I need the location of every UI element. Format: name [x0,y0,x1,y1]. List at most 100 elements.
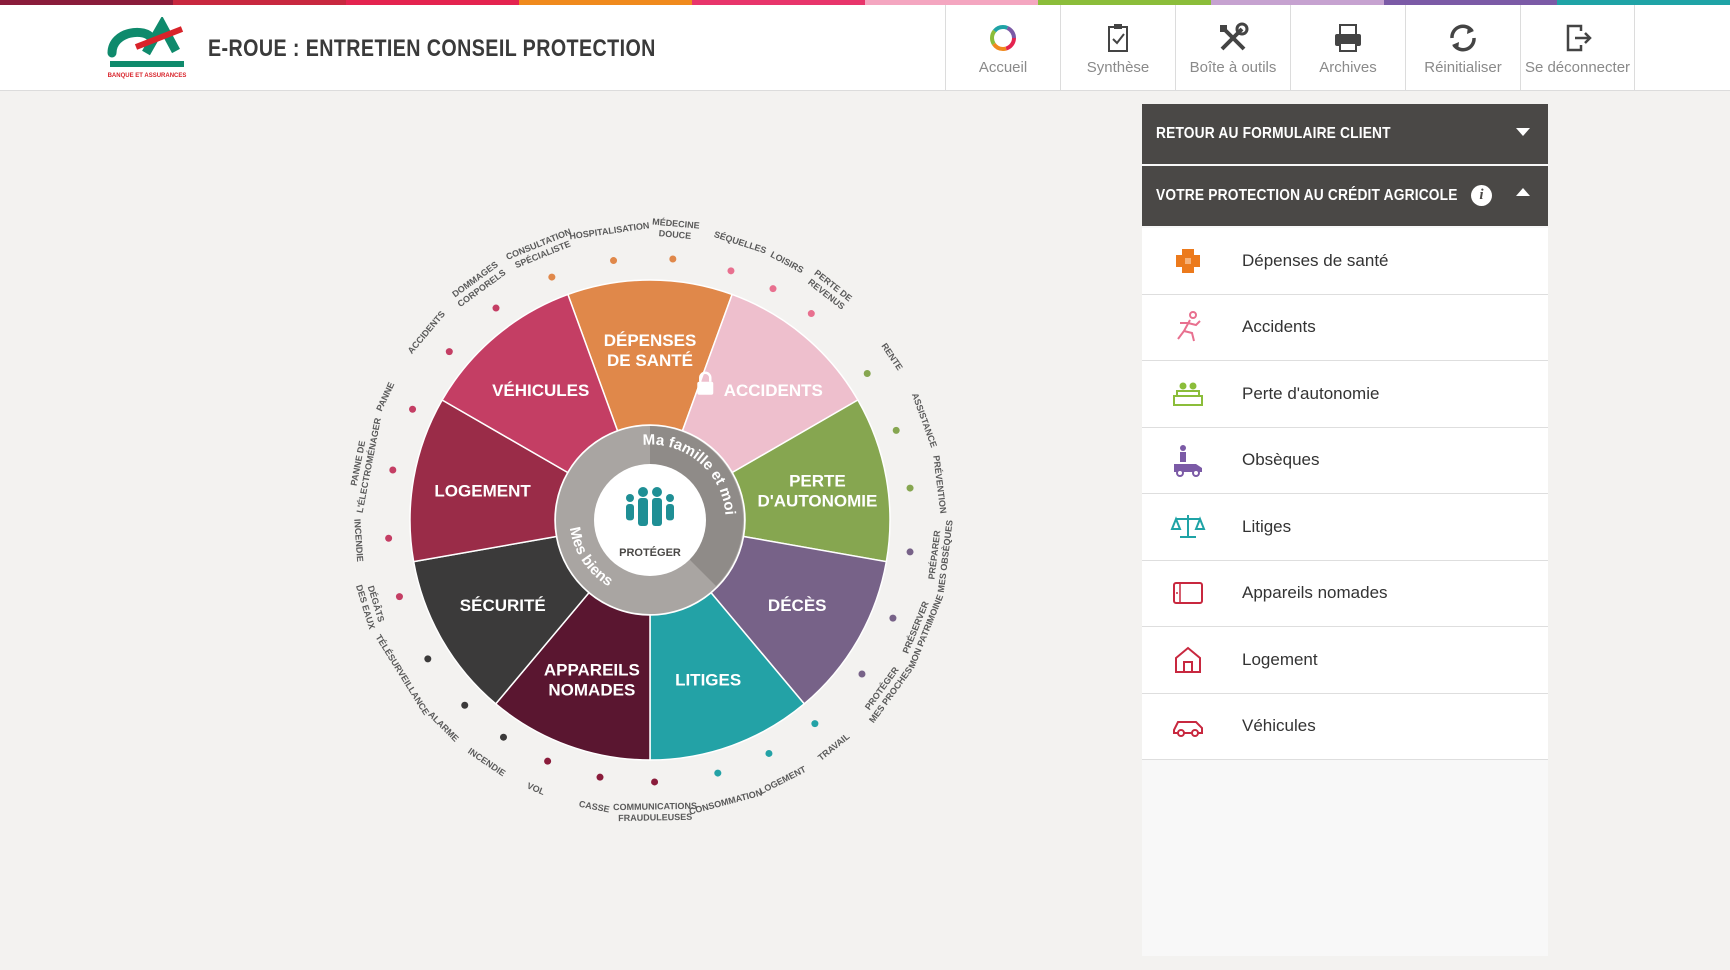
outer-label[interactable]: INCENDIE [466,733,507,779]
list-item-label: Véhicules [1242,716,1316,736]
list-item-perte-autonomie[interactable]: Perte d'autonomie [1142,361,1548,428]
app-title: E-ROUE : ENTRETIEN CONSEIL PROTECTION [208,35,656,62]
segment-label: APPAREILS [544,661,640,680]
outer-label-text: INCENDIE [466,746,507,778]
outer-label[interactable]: PERTE DEREVENUS [806,268,854,318]
car-icon [1168,706,1208,746]
running-person-icon [1168,307,1208,347]
outer-label-text: LOGEMENT [758,764,808,796]
outer-label[interactable]: CONSOMMATION [688,769,763,817]
nav-archives[interactable]: Archives [1290,5,1405,91]
outer-label[interactable]: LOISIRS [769,249,805,293]
outer-dot [906,484,914,492]
nav-reinitialiser[interactable]: Réinitialiser [1405,5,1520,91]
outer-label[interactable]: CONSULTATIONSPÉCIALISTE [504,227,573,281]
list-item-vehicules[interactable]: Véhicules [1142,693,1548,760]
segment-label: LITIGES [675,671,741,690]
list-item-label: Appareils nomades [1242,583,1388,603]
center-label: PROTÉGER [619,546,681,559]
outer-label[interactable]: DÉGÂTSDES EAUX [354,584,403,631]
tablet-icon [1168,573,1208,613]
back-to-form-label: RETOUR AU FORMULAIRE CLIENT [1156,125,1391,142]
chevron-down-icon [1516,128,1530,136]
outer-label-text: HOSPITALISATION [569,220,650,241]
back-to-form-header[interactable]: RETOUR AU FORMULAIRE CLIENT [1142,104,1548,164]
family-head [638,487,648,497]
outer-label-text: LOISIRS [769,249,805,275]
outer-label[interactable]: PRÉSERVERMON PATRIMOINE [889,593,945,670]
outer-label[interactable]: MÉDECINEDOUCE [652,217,700,263]
nav-deconnecter[interactable]: Se déconnecter [1520,5,1635,91]
outer-label[interactable]: SÉQUELLES [713,229,768,275]
outer-dot [892,426,900,434]
outer-label-text: CONSOMMATION [688,787,763,816]
family-body [652,498,662,526]
outer-label[interactable]: PRÉVENTION [906,455,949,514]
outer-label[interactable]: COMMUNICATIONSFRAUDULEUSES [613,778,697,823]
family-head [666,494,674,502]
outer-label[interactable]: RENTE [863,341,905,377]
nav-label: Accueil [978,58,1028,76]
list-item-logement[interactable]: Logement [1142,627,1548,694]
list-item-label: Logement [1242,649,1318,669]
list-item-accidents[interactable]: Accidents [1142,294,1548,361]
outer-dot [714,769,722,777]
outer-label[interactable]: PROTÉGERMES PROCHES [858,665,914,725]
logo-caption: BANQUE ET ASSURANCES [107,73,187,79]
outer-dot [499,733,507,741]
outer-label-text: VOL [525,781,546,798]
outer-label[interactable]: PANNE [374,381,417,413]
outer-label[interactable]: TÉLÉSURVEILLANCE [374,633,432,717]
scales-icon [1168,507,1208,547]
list-item-depenses-sante[interactable]: Dépenses de santé [1142,228,1548,295]
protection-section-label: VOTRE PROTECTION AU CRÉDIT AGRICOLE [1156,187,1458,204]
outer-label[interactable]: LOGEMENT [758,749,808,796]
outer-dot [906,548,914,556]
segment-label: DÉCÈS [768,596,827,615]
outer-label[interactable]: HOSPITALISATION [569,220,650,265]
outer-label[interactable]: PANNE DEL'ÉLECTROMÉNAGER [349,416,397,514]
nav-synthese[interactable]: Synthèse [1060,5,1175,91]
outer-label[interactable]: TRAVAIL [811,720,852,763]
outer-label[interactable]: CASSE [578,773,610,815]
info-icon[interactable]: i [1471,185,1492,206]
outer-label[interactable]: PRÉPARERMES OBSÈQUES [906,519,955,593]
outer-label-text: RENTE [879,341,904,372]
protection-section-header[interactable]: VOTRE PROTECTION AU CRÉDIT AGRICOLE i [1142,166,1548,226]
ring-icon [990,24,1016,51]
list-item-label: Perte d'autonomie [1242,383,1380,403]
outer-dot [858,670,866,678]
family-body [666,504,674,521]
outer-dot [409,405,417,413]
center-disc[interactable] [594,464,706,576]
outer-dot [385,534,393,542]
list-item-litiges[interactable]: Litiges [1142,494,1548,561]
outer-dot [811,720,819,728]
credit-agricole-logo[interactable]: BANQUE ET ASSURANCES [106,15,188,83]
list-item-obseques[interactable]: Obsèques [1142,427,1548,494]
side-panel: RETOUR AU FORMULAIRE CLIENT VOTRE PROTEC… [1142,104,1548,956]
outer-label[interactable]: DOMMAGESCORPORELS [450,259,508,312]
nav-accueil[interactable]: Accueil [945,5,1060,91]
nav-boite-outils[interactable]: Boîte à outils [1175,5,1290,91]
family-body [638,498,648,526]
outer-dot [395,593,403,601]
segment-label: DÉPENSES [604,331,697,350]
outer-dot [727,267,735,275]
outer-label-text: TRAVAIL [816,731,852,763]
outer-label[interactable]: ASSISTANCE [892,391,939,449]
outer-dot [863,369,871,377]
outer-label[interactable]: INCENDIE [352,519,393,563]
app-header: BANQUE ET ASSURANCES E-ROUE : ENTRETIEN … [0,5,1730,91]
outer-dot [461,701,469,709]
outer-dot [769,285,777,293]
outer-label[interactable]: VOL [525,757,552,798]
hearse-icon [1168,440,1208,480]
list-item-appareils-nomades[interactable]: Appareils nomades [1142,560,1548,627]
outer-label[interactable]: ALARME [426,701,469,744]
outer-label-text: INCENDIE [352,519,365,563]
outer-label[interactable]: ACCIDENTS [406,309,453,356]
outer-dot [492,304,500,312]
family-head [652,487,662,497]
segment-label: D'AUTONOMIE [757,491,877,510]
